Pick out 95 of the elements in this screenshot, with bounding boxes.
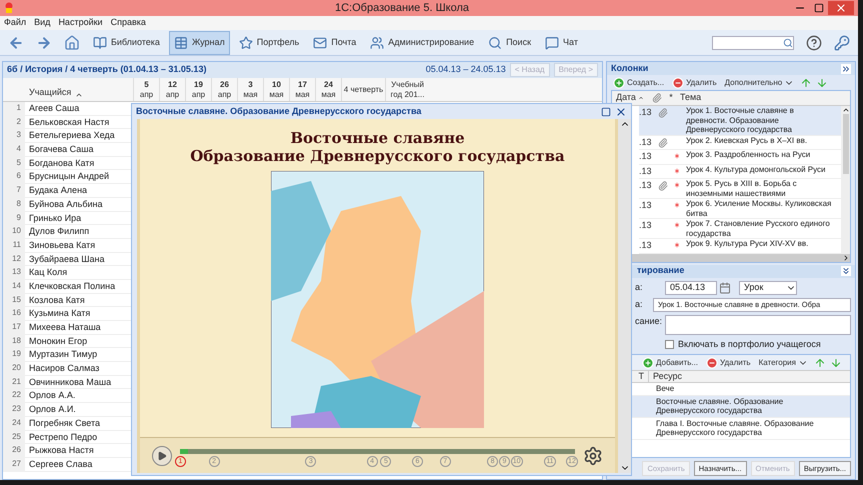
row-number: 4: [3, 143, 25, 157]
topic-cell-text: Урок 7. Становление Русского единого государства: [685, 219, 831, 238]
toolbar-button[interactable]: Дополнительно: [722, 76, 796, 88]
menu-item[interactable]: Вид: [34, 16, 50, 30]
row-number: 11: [3, 238, 25, 253]
slide-heading: Образование Древнерусского государства: [190, 147, 565, 165]
toolbar-tab[interactable]: Чат: [540, 30, 583, 54]
type-select[interactable]: Урок: [739, 280, 797, 294]
toolbar-tab[interactable]: Почта: [308, 30, 362, 54]
row-number: 17: [3, 321, 25, 335]
toolbar-button[interactable]: Создать...: [611, 76, 666, 88]
toolbar-tab[interactable]: Поиск: [483, 30, 536, 54]
column-header[interactable]: Учащийся: [25, 78, 133, 101]
toolbar-button[interactable]: Категория: [756, 356, 810, 368]
row-number: 22: [3, 389, 25, 404]
column-header[interactable]: Учебный год 201...: [385, 78, 429, 101]
toolbar-tab[interactable]: Администрирование: [365, 30, 480, 54]
menu-item[interactable]: Справка: [110, 16, 146, 30]
date-cell-text: .13: [639, 199, 653, 212]
lesson-row[interactable]: .13 Урок 1. Восточные славяне в древности. Образование Древнерусского государства: [639, 106, 841, 136]
lesson-row[interactable]: .13 Урок 5. Русь в XIII в. Борьба с иноземными нашествиями: [639, 179, 841, 199]
date-cell-text: .13: [639, 219, 653, 232]
date-cell-text: .13: [639, 150, 653, 163]
topic-cell-text: Урок 4. Культура домонгольской Руси: [685, 164, 826, 176]
column-header[interactable]: Дата: [612, 91, 648, 105]
topic-cell-text: Урок 3. Раздробленность на Руси: [685, 150, 812, 161]
row-number: 15: [3, 294, 25, 308]
row-number: 26: [3, 444, 25, 458]
date-cell-text: .13: [639, 164, 653, 178]
row-number: 5: [3, 156, 25, 170]
topic-cell-text: Урок 9. Культура Руси XIV-XV вв.: [685, 239, 810, 250]
row-number: 10: [3, 225, 25, 239]
field-label: сание:: [634, 314, 664, 328]
row-number: 7: [3, 184, 25, 198]
row-number: 2: [3, 116, 25, 130]
column-header[interactable]: 24 мая: [315, 78, 341, 101]
checkbox-label: Включать в портфолио учащегося: [678, 338, 821, 351]
lesson-row[interactable]: .13 Урок 7. Становление Русского единого государства: [639, 219, 841, 239]
row-number: 24: [3, 416, 25, 430]
row-number: 3: [3, 129, 25, 144]
toolbar-tab[interactable]: Библиотека: [88, 30, 165, 54]
row-number: 1: [3, 102, 25, 116]
window-title: 1С:Образование 5. Школа: [334, 0, 470, 16]
toolbar-button[interactable]: Удалить: [704, 356, 753, 368]
lesson-row[interactable]: .13 Урок 4. Культура домонгольской Руси: [639, 164, 841, 179]
toolbar-tab[interactable]: Портфель: [234, 30, 304, 54]
column-header[interactable]: 17 мая: [289, 78, 315, 101]
column-header[interactable]: *: [666, 91, 676, 105]
row-number: 12: [3, 252, 25, 266]
panel-title: тирование: [637, 264, 686, 278]
panel-title: Колонки: [611, 62, 650, 75]
column-header[interactable]: Тема: [676, 91, 706, 105]
row-number: 21: [3, 376, 25, 390]
date-cell-text: .13: [639, 136, 653, 148]
row-number: 13: [3, 266, 25, 280]
topic-cell-text: Урок 1. Восточные славяне в древности. Образование Древнерусского государства: [685, 106, 795, 134]
topic-cell-text: Урок 5. Русь в XIII в. Борьба с иноземными нашествиями: [685, 179, 798, 198]
date-cell-text: .13: [639, 239, 653, 252]
field-label: а:: [634, 298, 644, 311]
topic-cell-text: Урок 2. Киевская Русь в X–XI вв.: [685, 136, 808, 147]
column-header[interactable]: 26 апр: [211, 78, 237, 101]
column-header[interactable]: 19 апр: [185, 78, 211, 101]
row-number: 6: [3, 170, 25, 184]
column-header[interactable]: 3 мая: [237, 78, 263, 101]
date-cell-text: .13: [639, 179, 653, 192]
slide-heading: Восточные славяне: [290, 129, 465, 147]
row-number: 14: [3, 280, 25, 294]
row-number: 16: [3, 307, 25, 321]
viewer-title: Восточные славяне. Образование Древнерусского государства: [136, 104, 422, 118]
column-header[interactable]: 5 апр: [133, 78, 159, 101]
row-number: 8: [3, 198, 25, 212]
topic-cell-text: Урок 6. Усиление Москвы. Куликовская битва: [685, 199, 832, 218]
row-number: 9: [3, 212, 25, 226]
field-label: а:: [634, 280, 644, 294]
date-field[interactable]: 05.04.13: [665, 280, 717, 294]
lesson-row[interactable]: .13 Урок 2. Киевская Русь в X–XI вв.: [639, 136, 841, 150]
row-number: 18: [3, 334, 25, 348]
column-header[interactable]: 4 четверть: [341, 78, 385, 101]
row-number: 23: [3, 403, 25, 417]
date-range: 05.04.13 – 24.05.13: [426, 63, 506, 76]
column-header[interactable]: 12 апр: [159, 78, 185, 101]
row-number: 27: [3, 458, 25, 472]
row-number: 20: [3, 362, 25, 376]
lesson-row[interactable]: .13 Урок 6. Усиление Москвы. Куликовская битва: [639, 199, 841, 219]
toolbar-button[interactable]: Добавить...: [640, 356, 700, 368]
column-header[interactable]: 10 мая: [263, 78, 289, 101]
lesson-row[interactable]: .13 Урок 3. Раздробленность на Руси: [639, 150, 841, 164]
breadcrumb: 6б / История / 4 четверть (01.04.13 – 31.05.13): [7, 63, 208, 76]
date-cell-text: .13: [639, 106, 653, 119]
row-number: 25: [3, 430, 25, 444]
menu-item[interactable]: Настройки: [58, 16, 103, 30]
toolbar-button[interactable]: Удалить: [670, 76, 719, 88]
toolbar-tab[interactable]: Журнал: [168, 30, 230, 54]
row-number: 19: [3, 348, 25, 362]
menu-item[interactable]: Файл: [4, 16, 26, 30]
